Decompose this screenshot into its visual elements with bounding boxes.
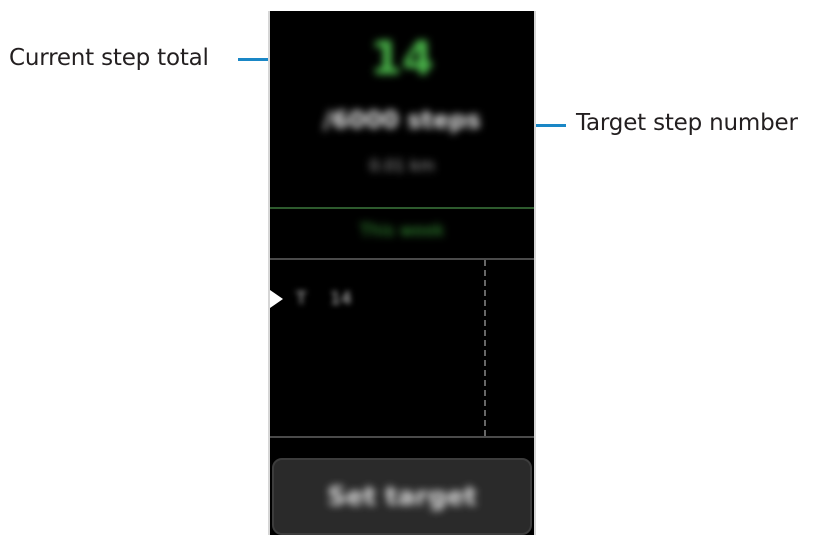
watch-screen: 14 /6000 steps 0.01 km This week T 14 Se… <box>268 11 536 535</box>
current-day-marker-icon <box>270 290 283 308</box>
graph-bottom-divider <box>270 436 534 438</box>
target-dashed-line <box>484 260 486 436</box>
weekly-steps-graph[interactable]: T 14 <box>270 260 534 436</box>
callout-target-step-number: Target step number <box>576 110 798 136</box>
set-target-button[interactable]: Set target <box>272 458 532 535</box>
distance-value: 0.01 km <box>369 156 435 175</box>
callout-current-step-total: Current step total <box>9 45 209 71</box>
target-step-number: /6000 steps <box>323 106 481 134</box>
current-step-count: 14 <box>369 31 434 85</box>
section-divider <box>270 207 534 209</box>
set-target-button-label: Set target <box>327 482 477 512</box>
graph-day-value: 14 <box>330 289 352 309</box>
period-label: This week <box>359 221 445 241</box>
graph-day-label: T <box>296 289 307 309</box>
